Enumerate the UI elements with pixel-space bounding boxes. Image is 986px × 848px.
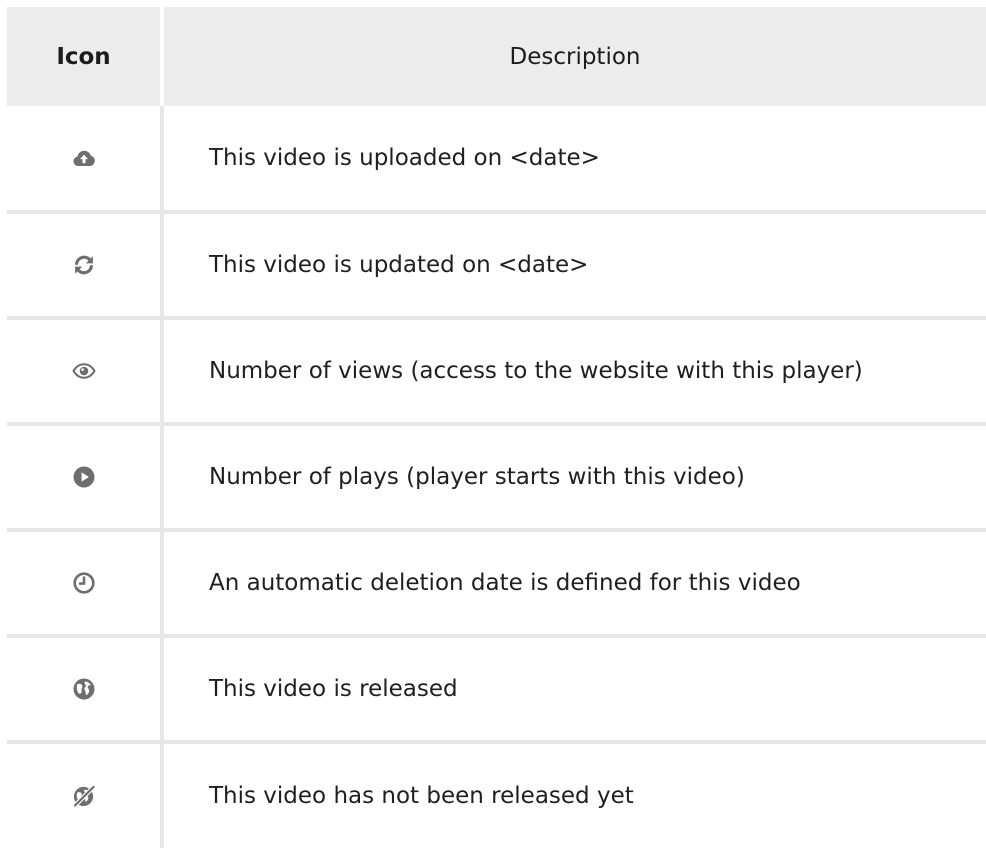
header-description-column: Description xyxy=(160,7,986,106)
table-row: This video is released xyxy=(7,634,986,742)
table-row: This video is uploaded on <date> xyxy=(7,106,986,212)
description-cell: This video has not been released yet xyxy=(162,740,986,848)
icon-legend-table: Icon Description This video is uploaded … xyxy=(7,7,986,848)
icon-cell xyxy=(7,422,164,530)
description-cell: Number of plays (player starts with this… xyxy=(162,422,986,530)
description-cell: This video is uploaded on <date> xyxy=(209,145,600,171)
description-cell: This video is released xyxy=(162,634,986,742)
description-cell: Number of views (access to the website w… xyxy=(162,316,986,424)
table-row: Number of views (access to the website w… xyxy=(7,316,986,424)
icon-cell xyxy=(7,210,164,318)
refresh-icon xyxy=(72,253,96,277)
play-circle-icon xyxy=(72,465,96,489)
table-row: Number of plays (player starts with this… xyxy=(7,422,986,530)
globe-icon xyxy=(72,677,96,701)
table-body: This video is uploaded on <date> This vi… xyxy=(7,106,986,848)
eye-icon xyxy=(71,359,96,383)
description-cell: An automatic deletion date is defined fo… xyxy=(162,528,986,636)
header-row: Icon Description xyxy=(7,7,986,106)
clock-icon xyxy=(72,571,96,595)
table-row: An automatic deletion date is defined fo… xyxy=(7,528,986,636)
table-row: This video has not been released yet xyxy=(7,740,986,848)
description-cell: This video is updated on <date> xyxy=(162,210,986,318)
cloud-upload-icon xyxy=(72,146,96,170)
table-row: This video is updated on <date> xyxy=(7,210,986,318)
table-header: Icon Description xyxy=(7,7,986,106)
icon-cell xyxy=(7,634,164,742)
icon-cell xyxy=(7,316,164,424)
icon-cell xyxy=(7,740,164,848)
icon-cell xyxy=(7,106,164,212)
icon-cell xyxy=(7,528,164,636)
header-icon-column: Icon xyxy=(7,7,162,106)
globe-slash-icon xyxy=(72,784,96,808)
